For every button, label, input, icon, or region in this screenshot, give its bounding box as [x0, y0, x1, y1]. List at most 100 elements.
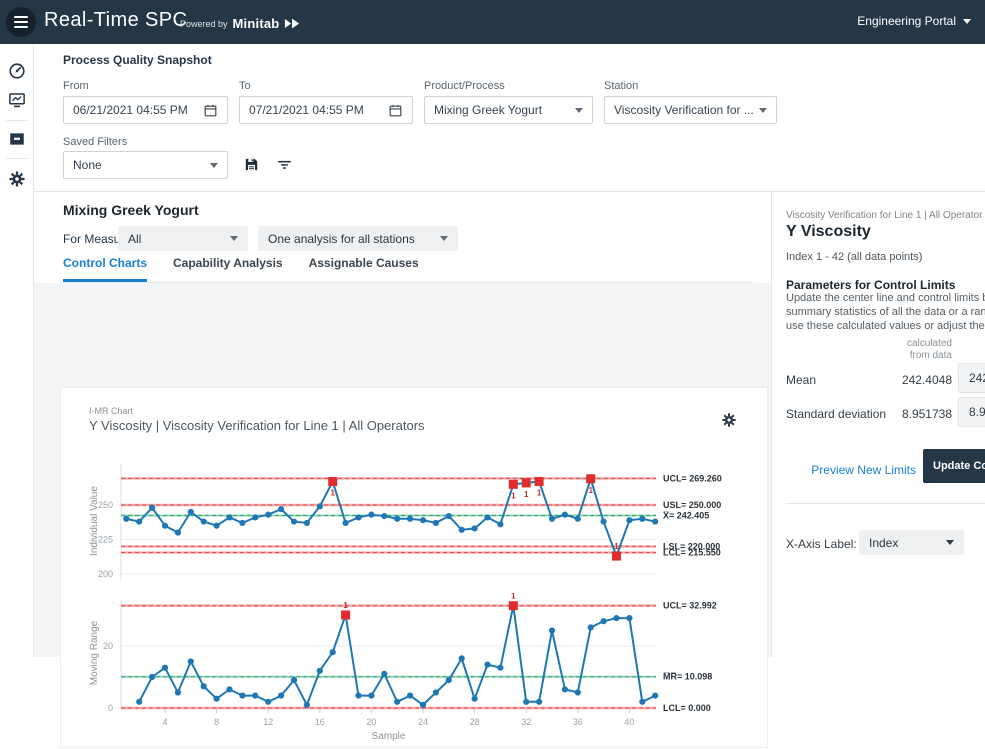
- chevron-down-icon: [946, 540, 954, 545]
- moving-range-chart: 020UCL= 32.992M̅R̅= 10.098LCL= 0.0004812…: [61, 593, 761, 749]
- svg-text:250: 250: [98, 500, 113, 510]
- gauge-icon[interactable]: [8, 62, 26, 80]
- nav-divider: [6, 120, 28, 121]
- chevron-down-icon: [963, 19, 971, 24]
- tab-capability-analysis[interactable]: Capability Analysis: [173, 256, 283, 282]
- individuals-chart: 200 225 250 UCL= 269.260 USL= 250.000X̅= 242…: [61, 453, 761, 593]
- chevron-down-icon: [210, 163, 218, 168]
- svg-text:12: 12: [263, 717, 273, 727]
- description-line: summary statistics of all the data or a …: [786, 306, 985, 318]
- app-title: Real-Time SPC: [44, 9, 187, 32]
- svg-text:0: 0: [108, 703, 113, 713]
- x-axis-select[interactable]: Index: [859, 530, 964, 555]
- stddev-input[interactable]: 8.951738: [958, 397, 985, 427]
- svg-text:28: 28: [470, 717, 480, 727]
- svg-text:1: 1: [588, 486, 593, 495]
- calendar-icon[interactable]: [203, 103, 218, 118]
- description-line: Update the center line and control limit…: [786, 292, 985, 304]
- saved-filters-value: None: [73, 158, 210, 172]
- index-range-label: Index 1 - 42 (all data points): [786, 251, 922, 263]
- left-nav-rail: [0, 44, 34, 657]
- station-label: Station: [604, 80, 638, 92]
- to-date-value: 07/21/2021 04:55 PM: [249, 103, 388, 117]
- svg-text:200: 200: [98, 569, 113, 579]
- preview-new-limits-link[interactable]: Preview New Limits: [786, 463, 916, 477]
- mean-label: Mean: [786, 373, 816, 387]
- save-filter-icon[interactable]: [243, 156, 260, 173]
- svg-text:M̅R̅= 10.098: M̅R̅= 10.098: [663, 672, 712, 682]
- svg-text:1: 1: [524, 490, 529, 499]
- tab-control-charts[interactable]: Control Charts: [63, 256, 147, 282]
- tab-bar: Control Charts Capability Analysis Assig…: [63, 256, 753, 283]
- panel-subtitle: Viscosity Verification for Line 1 | All …: [786, 210, 982, 221]
- chevron-down-icon: [575, 108, 583, 113]
- chevron-down-icon: [440, 236, 448, 241]
- x-axis-value: Index: [869, 536, 946, 550]
- nav-divider: [6, 158, 28, 159]
- chart-type-label: I-MR Chart: [89, 406, 133, 416]
- filters-section: Process Quality Snapshot From 06/21/2021…: [34, 44, 985, 192]
- saved-filters-label: Saved Filters: [63, 136, 127, 148]
- tab-assignable-causes[interactable]: Assignable Causes: [309, 256, 419, 282]
- portal-switcher[interactable]: Engineering Portal: [857, 14, 971, 28]
- svg-text:8: 8: [214, 717, 219, 727]
- charts-background: I-MR Chart Y Viscosity | Viscosity Verif…: [34, 283, 771, 657]
- svg-text:1: 1: [537, 489, 542, 498]
- svg-text:UCL= 269.260: UCL= 269.260: [663, 473, 722, 483]
- svg-text:16: 16: [315, 717, 325, 727]
- svg-text:1: 1: [330, 489, 335, 498]
- product-process-label: Product/Process: [424, 80, 505, 92]
- from-date-input[interactable]: 06/21/2021 04:55 PM: [63, 96, 228, 124]
- settings-gear-icon[interactable]: [8, 170, 26, 188]
- chart-title: Y Viscosity | Viscosity Verification for…: [89, 418, 425, 433]
- analysis-mode-select[interactable]: One analysis for all stations: [258, 226, 458, 251]
- svg-text:UCL= 32.992: UCL= 32.992: [663, 601, 717, 611]
- product-process-select[interactable]: Mixing Greek Yogurt: [424, 96, 593, 124]
- to-label: To: [239, 80, 251, 92]
- chart-settings-gear-icon[interactable]: [721, 412, 737, 428]
- hamburger-menu-icon[interactable]: [6, 7, 36, 37]
- to-date-input[interactable]: 07/21/2021 04:55 PM: [239, 96, 413, 124]
- control-limits-panel: Viscosity Verification for Line 1 | All …: [771, 192, 985, 657]
- svg-text:1: 1: [343, 601, 348, 610]
- analysis-mode-value: One analysis for all stations: [268, 232, 440, 246]
- station-value: Viscosity Verification for ...: [614, 103, 759, 117]
- svg-text:LCL= 215.550: LCL= 215.550: [663, 548, 721, 558]
- filter-icon[interactable]: [276, 156, 293, 173]
- chevron-down-icon: [759, 108, 767, 113]
- svg-text:225: 225: [98, 535, 113, 545]
- monitor-chart-icon[interactable]: [8, 91, 26, 109]
- minitab-logo-icon: [284, 17, 300, 30]
- chevron-down-icon: [230, 236, 238, 241]
- calendar-icon[interactable]: [388, 103, 403, 118]
- top-app-bar: Real-Time SPC Powered by Minitab Enginee…: [0, 0, 985, 44]
- from-label: From: [63, 80, 89, 92]
- svg-text:Moving Range: Moving Range: [89, 620, 100, 685]
- portal-label: Engineering Portal: [857, 14, 956, 28]
- x-axis-label: X-Axis Label:: [786, 537, 857, 551]
- svg-text:LCL= 0.000: LCL= 0.000: [663, 703, 711, 713]
- svg-text:40: 40: [624, 717, 634, 727]
- svg-text:USL= 250.000: USL= 250.000: [663, 500, 721, 510]
- stddev-calculated-value: 8.951738: [868, 407, 952, 421]
- svg-text:20: 20: [366, 717, 376, 727]
- svg-text:20: 20: [103, 641, 113, 651]
- update-control-limits-button[interactable]: Update Control Limits: [923, 449, 985, 483]
- saved-filters-select[interactable]: None: [63, 151, 228, 179]
- svg-text:X̅= 242.405: X̅= 242.405: [663, 510, 709, 520]
- measure-value: All: [128, 232, 230, 246]
- svg-text:1: 1: [511, 491, 516, 500]
- storage-box-icon[interactable]: [8, 130, 26, 148]
- measure-select[interactable]: All: [118, 226, 248, 251]
- svg-text:24: 24: [418, 717, 428, 727]
- from-date-value: 06/21/2021 04:55 PM: [73, 103, 203, 117]
- svg-text:32: 32: [521, 717, 531, 727]
- main-content: Mixing Greek Yogurt For Measure: All One…: [34, 192, 771, 657]
- parameters-section-title: Parameters for Control Limits: [786, 278, 955, 292]
- section-title: Process Quality Snapshot: [63, 53, 212, 67]
- svg-text:Sample: Sample: [372, 731, 406, 742]
- calculated-from-data-header: calculated from data: [872, 338, 952, 362]
- svg-text:Individual Value: Individual Value: [89, 486, 100, 556]
- mean-input[interactable]: 242.4048: [958, 363, 985, 393]
- station-select[interactable]: Viscosity Verification for ...: [604, 96, 777, 124]
